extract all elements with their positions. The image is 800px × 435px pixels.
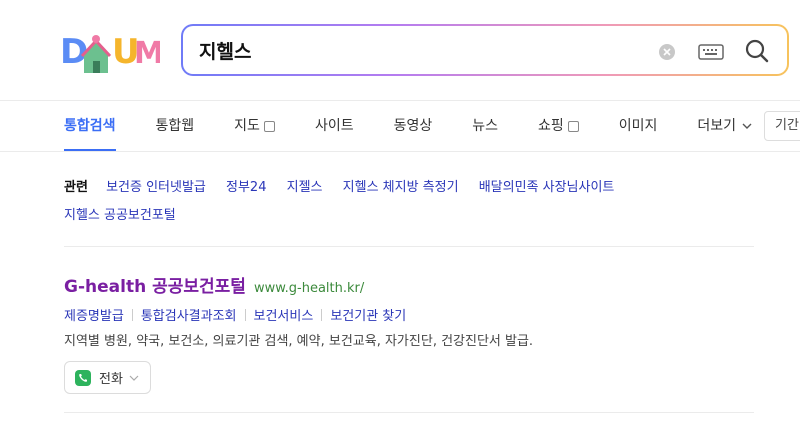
external-link-icon xyxy=(263,120,275,132)
result-title-row: G-health 공공보건포털 www.g-health.kr/ xyxy=(64,272,764,297)
call-button[interactable]: 전화 xyxy=(64,361,151,394)
period-filter[interactable]: 기간 xyxy=(764,111,800,141)
tab-label: 동영상 xyxy=(393,118,433,134)
call-label: 전화 xyxy=(99,372,123,387)
tab-shopping[interactable]: 쇼핑 xyxy=(538,101,579,151)
svg-text:M: M xyxy=(134,36,160,71)
related-link[interactable]: 지헬스 공공보건포털 xyxy=(64,202,176,230)
sublink[interactable]: 보건서비스 xyxy=(254,305,314,324)
related-link[interactable]: 지헬스 체지방 측정기 xyxy=(343,174,459,202)
result-sublinks: 제증명발급 통합검사결과조회 보건서비스 보건기관 찾기 xyxy=(64,305,764,324)
related-link[interactable]: 보건증 인터넷발급 xyxy=(106,174,206,202)
phone-icon xyxy=(75,369,91,386)
search-box xyxy=(181,24,789,76)
tab-label: 사이트 xyxy=(314,118,354,134)
search-tabs: 통합검색 통합웹 지도 사이트 동영상 뉴스 쇼핑 이미지 더보기 xyxy=(64,101,792,151)
result-description: 지역별 병원, 약국, 보건소, 의료기관 검색, 예약, 보건교육, 자가진단… xyxy=(64,334,534,349)
tab-image[interactable]: 이미지 xyxy=(619,101,658,151)
search-input[interactable] xyxy=(199,39,639,61)
result-url[interactable]: www.g-health.kr/ xyxy=(254,281,364,296)
section-divider xyxy=(64,412,754,413)
tab-label: 통합검색 xyxy=(64,118,116,134)
tab-news[interactable]: 뉴스 xyxy=(472,101,498,151)
search-icon[interactable] xyxy=(744,38,770,64)
section-divider xyxy=(64,246,754,247)
tab-label: 통합웹 xyxy=(155,118,195,134)
external-link-icon xyxy=(567,120,579,132)
tab-label: 쇼핑 xyxy=(537,118,564,134)
related-searches: 관련 보건증 인터넷발급 정부24 지젤스 지헬스 체지방 측정기 배달의민족 … xyxy=(64,174,764,230)
separator xyxy=(321,308,323,321)
tab-integrated[interactable]: 통합검색 xyxy=(64,101,116,151)
keyboard-icon[interactable] xyxy=(698,42,724,62)
tab-web[interactable]: 통합웹 xyxy=(156,101,195,151)
clear-icon[interactable] xyxy=(658,43,676,61)
related-link[interactable]: 지젤스 xyxy=(287,174,323,202)
related-link[interactable]: 배달의민족 사장님사이트 xyxy=(479,174,615,202)
related-link[interactable]: 정부24 xyxy=(226,174,266,202)
separator xyxy=(244,308,246,321)
related-label: 관련 xyxy=(64,180,88,195)
tab-more[interactable]: 더보기 xyxy=(697,101,752,151)
sublink[interactable]: 제증명발급 xyxy=(64,305,124,324)
search-inner xyxy=(183,26,787,74)
tab-label: 더보기 xyxy=(697,118,737,134)
tab-site[interactable]: 사이트 xyxy=(315,101,354,151)
tab-video[interactable]: 동영상 xyxy=(394,101,433,151)
tab-label: 지도 xyxy=(234,118,260,134)
tab-label: 뉴스 xyxy=(472,118,498,134)
tab-map[interactable]: 지도 xyxy=(234,101,275,151)
chevron-down-icon xyxy=(129,375,139,381)
search-result: G-health 공공보건포털 www.g-health.kr/ 제증명발급 통… xyxy=(64,272,764,394)
sublink[interactable]: 보건기관 찾기 xyxy=(330,305,406,324)
chevron-down-icon xyxy=(742,123,752,129)
tab-label: 이미지 xyxy=(618,118,658,134)
result-title-link[interactable]: G-health 공공보건포털 xyxy=(64,272,246,297)
tabs-bottom-divider xyxy=(0,151,800,152)
separator xyxy=(131,308,133,321)
daum-logo[interactable]: D U M xyxy=(60,27,164,75)
sublink[interactable]: 통합검사결과조회 xyxy=(141,305,237,324)
